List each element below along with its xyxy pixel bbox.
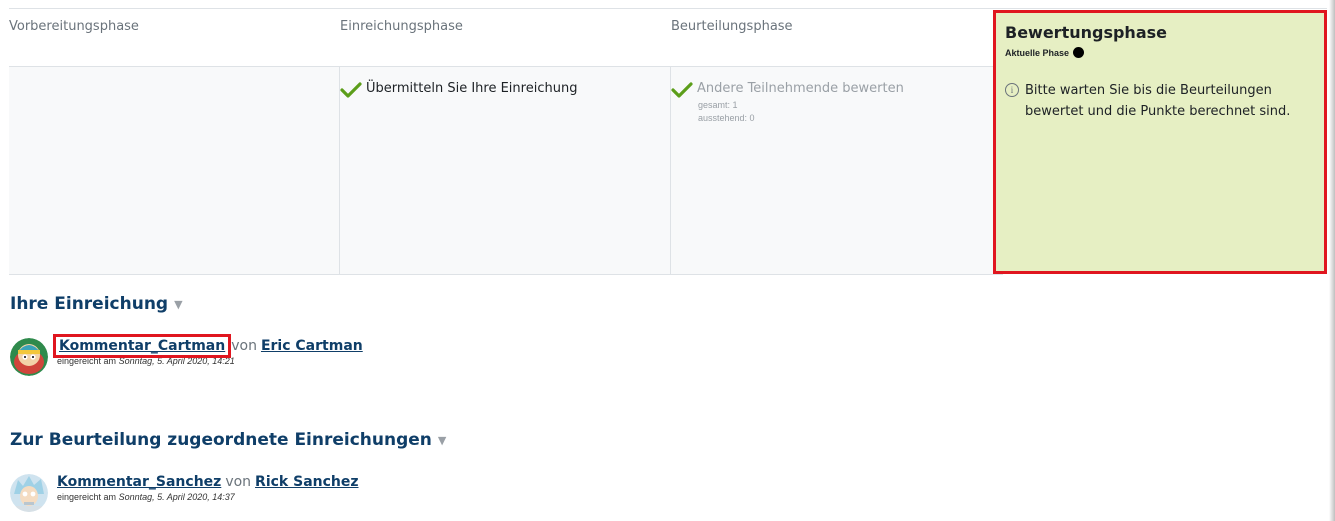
current-phase-indicator: Aktuelle Phase: [1005, 47, 1085, 58]
phase-evaluation-title: Bewertungsphase: [1005, 23, 1167, 42]
phase-evaluation-current: Bewertungsphase Aktuelle Phase i Bitte w…: [993, 10, 1327, 274]
avatar: [10, 338, 48, 376]
author-link[interactable]: Rick Sanchez: [255, 474, 358, 490]
submission-title-link[interactable]: Kommentar_Sanchez: [57, 474, 221, 490]
author-link[interactable]: Eric Cartman: [261, 338, 363, 354]
your-submission-entry: Kommentar_Cartman von Eric Cartman eingere…: [10, 334, 363, 376]
phase-assessment-body: Andere Teilnehmende bewerten gesamt: 1 a…: [671, 67, 1003, 275]
your-submission-text: Kommentar_Cartman von Eric Cartman eingere…: [52, 334, 363, 366]
task-assess-label: Andere Teilnehmende bewerten: [697, 81, 904, 96]
phase-assessment: Beurteilungsphase Andere Teilnehmende be…: [671, 9, 1003, 275]
phase-assessment-title: Beurteilungsphase: [671, 9, 1003, 67]
avatar: [10, 474, 48, 512]
by-label: von: [231, 338, 257, 354]
phase-setup: Vorbereitungsphase: [9, 9, 340, 275]
allocated-submission-entry: Kommentar_Sanchez von Rick Sanchez eingere…: [10, 474, 359, 512]
task-assess-total: gesamt: 1: [698, 100, 738, 110]
task-assess: Andere Teilnehmende bewerten: [671, 81, 904, 99]
workshop-page: Vorbereitungsphase Einreichungsphase Übe…: [0, 0, 1335, 521]
check-icon: [671, 82, 693, 98]
phase-evaluation-info-text: Bitte warten Sie bis die Beurteilungen b…: [1025, 83, 1291, 119]
phase-setup-title: Vorbereitungsphase: [9, 9, 340, 67]
phase-setup-body: [9, 67, 340, 275]
page-edge-shadow: [1329, 0, 1335, 521]
task-submit[interactable]: Übermitteln Sie Ihre Einreichung: [340, 81, 577, 99]
task-assess-pending: ausstehend: 0: [698, 113, 755, 123]
allocated-submissions-heading-text: Zur Beurteilung zugeordnete Einreichunge…: [10, 430, 432, 450]
date-value: Sonntag, 5. April 2020, 14:37: [118, 492, 235, 502]
info-icon: i: [1005, 83, 1019, 97]
allocated-submissions-heading[interactable]: Zur Beurteilung zugeordnete Einreichunge…: [10, 430, 446, 450]
submission-title-link[interactable]: Kommentar_Cartman: [52, 334, 232, 358]
submission-date: eingereicht am Sonntag, 5. April 2020, 1…: [57, 492, 359, 502]
task-assess-details: gesamt: 1 ausstehend: 0: [698, 99, 755, 125]
phase-submission: Einreichungsphase Übermitteln Sie Ihre E…: [340, 9, 671, 275]
current-phase-dot-icon: [1073, 47, 1085, 58]
current-phase-label: Aktuelle Phase: [1005, 47, 1070, 58]
caret-down-icon[interactable]: ▼: [438, 434, 446, 447]
date-prefix: eingereicht am: [57, 356, 117, 366]
by-label: von: [225, 474, 252, 490]
task-submit-label: Übermitteln Sie Ihre Einreichung: [366, 81, 578, 96]
phase-evaluation-info: i Bitte warten Sie bis die Beurteilungen…: [1005, 80, 1315, 122]
allocated-submission-line: Kommentar_Sanchez von Rick Sanchez: [57, 474, 359, 490]
submission-date: eingereicht am Sonntag, 5. April 2020, 1…: [57, 356, 363, 366]
check-icon: [340, 82, 362, 98]
phase-submission-title: Einreichungsphase: [340, 9, 671, 67]
date-value: Sonntag, 5. April 2020, 14:21: [118, 356, 235, 366]
your-submission-line: Kommentar_Cartman von Eric Cartman: [52, 334, 363, 358]
date-prefix: eingereicht am: [57, 492, 117, 502]
caret-down-icon[interactable]: ▼: [174, 298, 182, 311]
allocated-submission-text: Kommentar_Sanchez von Rick Sanchez eingere…: [57, 474, 359, 502]
your-submission-heading[interactable]: Ihre Einreichung ▼: [10, 294, 183, 314]
your-submission-heading-text: Ihre Einreichung: [10, 294, 169, 314]
phase-submission-body: Übermitteln Sie Ihre Einreichung: [340, 67, 671, 275]
